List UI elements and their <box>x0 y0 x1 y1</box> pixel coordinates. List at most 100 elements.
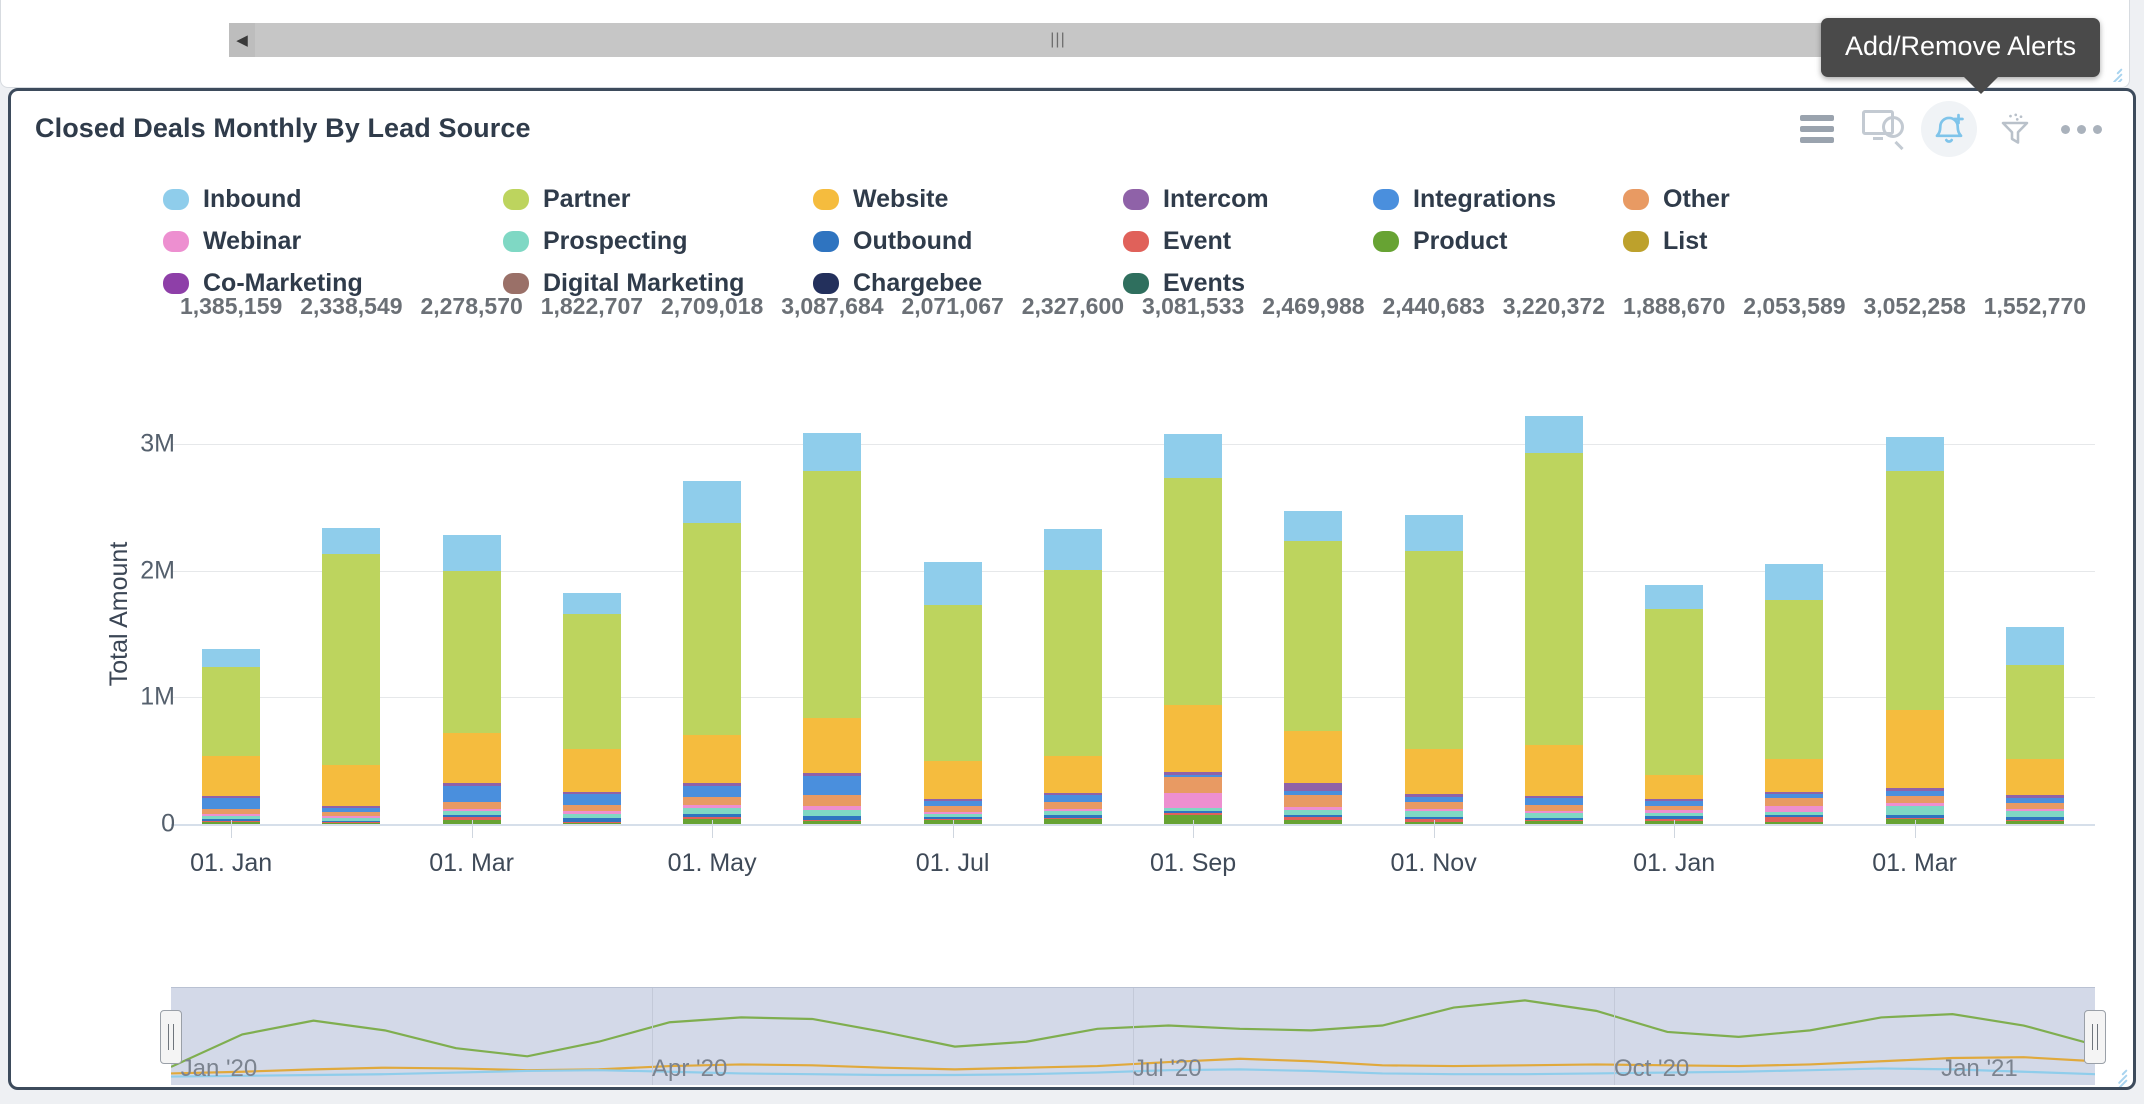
bar-segment[interactable] <box>1765 758 1824 792</box>
bar-column[interactable]: 1,822,707 <box>532 293 652 824</box>
bar-stack[interactable]: 2,278,570 <box>420 293 523 824</box>
bar-segment[interactable] <box>803 795 862 807</box>
bar-segment[interactable] <box>1284 795 1343 808</box>
bar-segment[interactable] <box>1885 806 1944 815</box>
bar-column[interactable]: 2,327,600 <box>1013 293 1133 824</box>
funnel-icon[interactable] <box>1987 101 2043 157</box>
bar-segment[interactable] <box>1524 821 1583 824</box>
bar-segment[interactable] <box>683 797 742 806</box>
legend-item[interactable]: Website <box>813 185 1123 214</box>
bar-segment[interactable] <box>1645 584 1704 609</box>
bar-segment[interactable] <box>803 775 862 796</box>
bar-segment[interactable] <box>202 755 261 797</box>
bar-segment[interactable] <box>1404 802 1463 809</box>
bar-segment[interactable] <box>1885 796 1944 804</box>
legend-item[interactable]: Inbound <box>163 185 503 214</box>
explore-icon[interactable] <box>1855 101 1911 157</box>
bar-column[interactable]: 3,081,533 <box>1133 293 1253 824</box>
scroll-left-arrow-icon[interactable]: ◀ <box>229 23 255 57</box>
bar-column[interactable]: 2,278,570 <box>412 293 532 824</box>
bar-segment[interactable] <box>803 821 862 824</box>
legend-item[interactable]: Event <box>1123 227 1373 256</box>
bar-column[interactable]: 1,888,670 <box>1614 293 1734 824</box>
bar-column[interactable]: 3,087,684 <box>772 293 892 824</box>
bar-stack[interactable]: 2,053,589 <box>1743 293 1846 824</box>
bar-stack[interactable]: 1,385,159 <box>180 293 282 824</box>
legend-item[interactable]: Product <box>1373 227 1623 256</box>
bar-segment[interactable] <box>1524 745 1583 796</box>
bar-segment[interactable] <box>803 809 862 817</box>
bar-segment[interactable] <box>1404 514 1463 552</box>
bar-segment[interactable] <box>562 593 621 615</box>
bar-segment[interactable] <box>202 797 261 809</box>
bar-stack[interactable]: 3,081,533 <box>1142 293 1244 824</box>
bar-segment[interactable] <box>1043 569 1102 756</box>
bar-segment[interactable] <box>202 667 261 756</box>
resize-handle[interactable] <box>2103 62 2123 82</box>
bar-segment[interactable] <box>923 604 982 761</box>
bar-segment[interactable] <box>1765 821 1824 824</box>
bar-segment[interactable] <box>1885 470 1944 711</box>
bar-segment[interactable] <box>2005 665 2064 759</box>
bar-stack[interactable]: 2,469,988 <box>1262 293 1365 824</box>
bar-segment[interactable] <box>322 823 381 824</box>
bar-segment[interactable] <box>442 732 501 784</box>
bar-stack[interactable]: 2,440,683 <box>1382 293 1485 824</box>
bar-column[interactable]: 2,338,549 <box>291 293 411 824</box>
bar-segment[interactable] <box>1885 710 1944 788</box>
bar-stack[interactable]: 2,071,067 <box>901 293 1004 824</box>
bar-segment[interactable] <box>1404 551 1463 749</box>
bar-segment[interactable] <box>1164 704 1223 772</box>
bar-stack[interactable]: 1,822,707 <box>541 293 643 824</box>
navigator-handle-right[interactable] <box>2084 1010 2106 1064</box>
bar-stack[interactable]: 3,087,684 <box>781 293 884 824</box>
navigator-handle-left[interactable] <box>160 1010 182 1064</box>
bar-segment[interactable] <box>683 480 742 524</box>
bar-segment[interactable] <box>1765 600 1824 759</box>
bar-segment[interactable] <box>1164 433 1223 479</box>
bar-segment[interactable] <box>803 718 862 773</box>
horizontal-scrollbar[interactable]: ◀ ||| <box>229 23 1887 57</box>
bar-column[interactable]: 1,552,770 <box>1975 293 2095 824</box>
list-icon[interactable] <box>1789 101 1845 157</box>
legend-item[interactable]: Webinar <box>163 227 503 256</box>
bar-segment[interactable] <box>562 749 621 792</box>
bar-segment[interactable] <box>322 527 381 555</box>
bar-segment[interactable] <box>683 523 742 735</box>
bar-segment[interactable] <box>1524 798 1583 806</box>
bar-stack[interactable]: 1,888,670 <box>1623 293 1725 824</box>
bar-segment[interactable] <box>1524 452 1583 746</box>
bar-segment[interactable] <box>923 760 982 799</box>
bar-segment[interactable] <box>1765 564 1824 601</box>
legend-item[interactable]: Intercom <box>1123 185 1373 214</box>
bar-segment[interactable] <box>1043 755 1102 793</box>
range-navigator[interactable]: Jan '20 Apr '20 Jul '20 Oct '20 Jan '21 <box>160 987 2106 1085</box>
bar-segment[interactable] <box>2005 820 2064 824</box>
bar-segment[interactable] <box>1043 529 1102 570</box>
scrollbar-grip-icon[interactable]: ||| <box>1050 31 1065 49</box>
bar-column[interactable]: 2,071,067 <box>893 293 1013 824</box>
bar-segment[interactable] <box>803 432 862 472</box>
resize-handle[interactable] <box>2108 1063 2128 1087</box>
bar-segment[interactable] <box>1885 437 1944 471</box>
bar-segment[interactable] <box>1164 776 1223 794</box>
bar-segment[interactable] <box>1284 541 1343 732</box>
bar-stack[interactable]: 3,052,258 <box>1863 293 1966 824</box>
legend-item[interactable]: Prospecting <box>503 227 813 256</box>
bar-segment[interactable] <box>442 535 501 571</box>
bar-segment[interactable] <box>1404 748 1463 795</box>
bar-segment[interactable] <box>923 561 982 605</box>
bar-segment[interactable] <box>1284 783 1343 792</box>
bar-column[interactable]: 2,709,018 <box>652 293 772 824</box>
bar-segment[interactable] <box>562 794 621 806</box>
bar-column[interactable]: 1,385,159 <box>171 293 291 824</box>
bar-column[interactable]: 3,052,258 <box>1855 293 1975 824</box>
bar-segment[interactable] <box>1765 798 1824 807</box>
bar-stack[interactable]: 1,552,770 <box>1984 293 2086 824</box>
bar-segment[interactable] <box>1284 731 1343 784</box>
bar-segment[interactable] <box>1645 774 1704 800</box>
legend-item[interactable]: Outbound <box>813 227 1123 256</box>
bar-segment[interactable] <box>803 471 862 719</box>
bar-column[interactable]: 2,053,589 <box>1734 293 1854 824</box>
bar-segment[interactable] <box>1043 819 1102 824</box>
